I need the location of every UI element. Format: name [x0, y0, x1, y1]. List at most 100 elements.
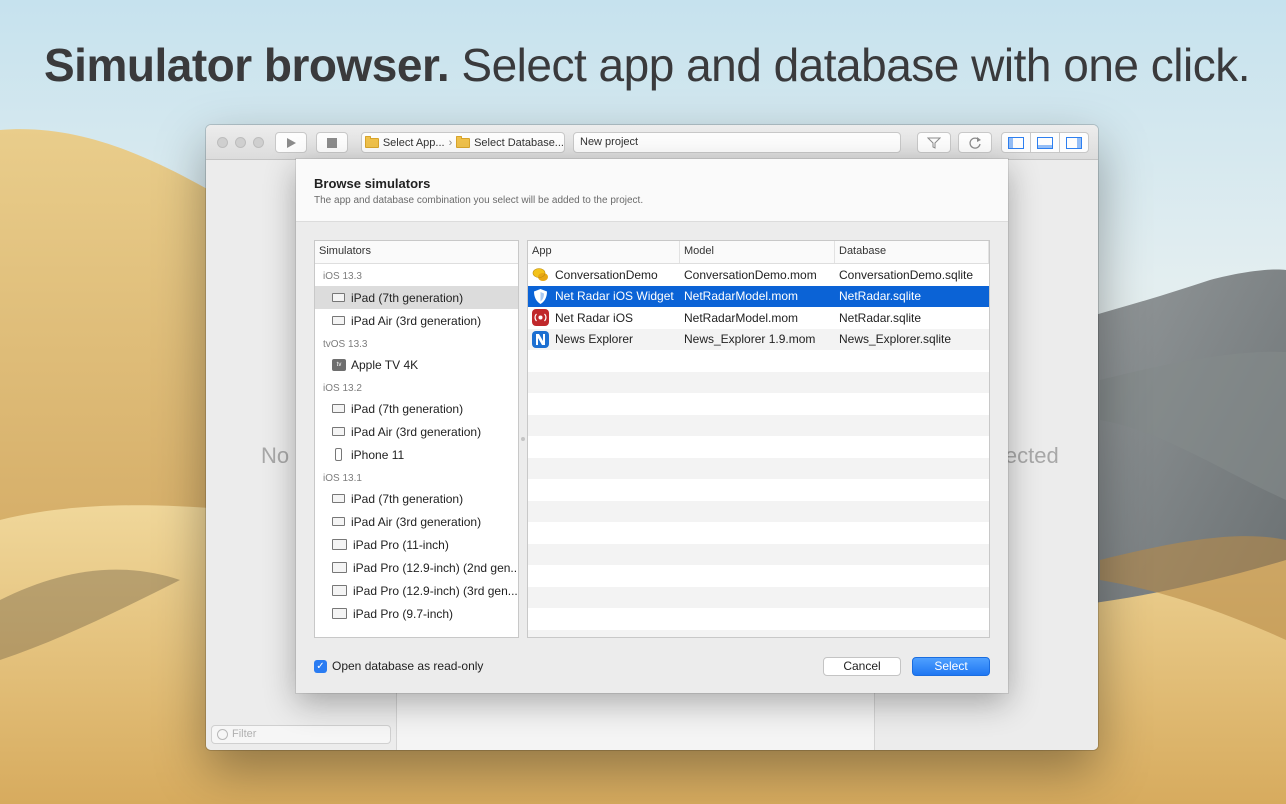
simulator-item[interactable]: iPad Air (3rd generation) — [315, 309, 518, 332]
breadcrumb-select-app[interactable]: Select App... — [383, 137, 445, 149]
simulator-item[interactable]: iPad Pro (12.9-inch) (2nd gen... — [315, 556, 518, 579]
column-header-app[interactable]: App — [528, 241, 680, 263]
toolbar: Select App... › Select Database... New p… — [206, 125, 1098, 160]
ipad-icon — [332, 404, 345, 413]
model-name: ConversationDemo.mom — [684, 267, 817, 282]
empty-table-row — [528, 629, 989, 637]
run-button[interactable] — [275, 132, 307, 153]
right-placeholder-text: lected — [1000, 443, 1059, 468]
simulator-item[interactable]: iPhone 11 — [315, 443, 518, 466]
headline-rest: Select app and database with one click. — [449, 39, 1250, 91]
empty-table-row — [528, 414, 989, 436]
simulator-item[interactable]: iPad Pro (12.9-inch) (3rd gen... — [315, 579, 518, 602]
simulator-item[interactable]: iPad (7th generation) — [315, 397, 518, 420]
toggle-left-panel-button[interactable] — [1001, 132, 1031, 153]
table-row[interactable]: News Explorer News_Explorer 1.9.mom News… — [528, 328, 989, 350]
ipad-icon — [332, 494, 345, 503]
tv-icon: tv — [332, 358, 346, 371]
app-name: Net Radar iOS Widget — [555, 289, 674, 304]
empty-table-row — [528, 457, 989, 479]
breadcrumb-select-database[interactable]: Select Database... — [474, 137, 564, 149]
table-row[interactable]: ConversationDemo ConversationDemo.mom Co… — [528, 264, 989, 286]
simulator-name: iPad Air (3rd generation) — [351, 313, 482, 328]
zoom-window-button[interactable] — [253, 137, 264, 148]
column-header-database[interactable]: Database — [835, 241, 989, 263]
stop-icon — [327, 137, 337, 148]
close-window-button[interactable] — [217, 137, 228, 148]
group-label: iOS 13.2 — [323, 383, 362, 394]
cancel-button[interactable]: Cancel — [823, 657, 901, 676]
project-name-field[interactable]: New project — [573, 132, 901, 153]
select-button[interactable]: Select — [912, 657, 990, 676]
folder-icon — [365, 135, 379, 148]
breadcrumb: Select App... › Select Database... — [361, 132, 565, 153]
headline-bold: Simulator browser. — [44, 39, 450, 91]
apps-table-body: ConversationDemo ConversationDemo.mom Co… — [528, 264, 989, 637]
apps-table[interactable]: App Model Database ConversationDemo Conv… — [527, 240, 990, 638]
simulators-column-header[interactable]: Simulators — [315, 241, 518, 264]
toggle-bottom-panel-button[interactable] — [1030, 132, 1060, 153]
simulator-item[interactable]: tv Apple TV 4K — [315, 353, 518, 376]
group-label: tvOS 13.3 — [323, 339, 368, 350]
simulators-list[interactable]: Simulators iOS 13.3 iPad (7th generation… — [314, 240, 519, 638]
sheet-title: Browse simulators — [314, 176, 431, 191]
shield-icon — [532, 288, 549, 305]
split-view-handle[interactable] — [521, 437, 525, 441]
filter-button[interactable] — [917, 132, 951, 153]
minimize-window-button[interactable] — [235, 137, 246, 148]
filter-circle-icon — [217, 729, 228, 740]
filter-icon — [927, 137, 941, 149]
left-panel-icon — [1008, 136, 1024, 149]
radar-icon — [532, 309, 549, 327]
simulator-item[interactable]: iPad Air (3rd generation) — [315, 420, 518, 443]
empty-table-row — [528, 479, 989, 501]
group-label: iOS 13.1 — [323, 473, 362, 484]
empty-table-row — [528, 543, 989, 565]
simulator-name: iPad Air (3rd generation) — [351, 514, 482, 529]
browse-simulators-sheet: Browse simulators The app and database c… — [296, 159, 1008, 693]
simulator-name: iPhone 11 — [351, 447, 405, 462]
simulator-item[interactable]: iPad Air (3rd generation) — [315, 510, 518, 533]
table-row[interactable]: Net Radar iOS NetRadarModel.mom NetRadar… — [528, 307, 989, 329]
simulator-item[interactable]: iPad (7th generation) — [315, 487, 518, 510]
simulator-item[interactable]: iPad Pro (11-inch) — [315, 533, 518, 556]
database-name: NetRadar.sqlite — [839, 310, 922, 325]
refresh-button[interactable] — [958, 132, 992, 153]
readonly-checkbox[interactable]: ✓ — [314, 659, 327, 673]
ipad-icon — [332, 539, 347, 550]
news-n-icon — [532, 330, 549, 348]
database-name: NetRadar.sqlite — [839, 289, 922, 304]
empty-table-row — [528, 350, 989, 372]
headline: Simulator browser. Select app and databa… — [44, 38, 1250, 92]
empty-table-row — [528, 500, 989, 522]
iphone-icon — [335, 448, 342, 461]
apps-table-header: App Model Database — [528, 241, 989, 264]
table-row[interactable]: Net Radar iOS Widget NetRadarModel.mom N… — [528, 285, 989, 307]
simulator-name: iPad Pro (9.7-inch) — [353, 606, 454, 621]
model-name: NetRadarModel.mom — [684, 289, 799, 304]
toggle-right-panel-button[interactable] — [1059, 132, 1089, 153]
ipad-icon — [332, 562, 347, 573]
model-name: NetRadarModel.mom — [684, 310, 799, 325]
filter-input[interactable]: Filter — [211, 725, 391, 744]
ipad-icon — [332, 293, 345, 302]
simulator-name: iPad (7th generation) — [351, 491, 464, 506]
chat-bubbles-icon — [532, 266, 549, 283]
stop-button[interactable] — [316, 132, 348, 153]
play-icon — [287, 137, 296, 148]
app-name: News Explorer — [555, 332, 634, 347]
simulator-name: iPad Pro (12.9-inch) (3rd gen... — [353, 583, 518, 598]
filter-placeholder: Filter — [232, 728, 257, 740]
ipad-icon — [332, 517, 345, 526]
simulator-item[interactable]: iPad Pro (9.7-inch) — [315, 602, 518, 625]
simulator-name: iPad Pro (11-inch) — [353, 537, 449, 552]
ipad-icon — [332, 585, 347, 596]
readonly-option[interactable]: ✓ Open database as read-only — [314, 659, 483, 673]
column-header-model[interactable]: Model — [680, 241, 835, 263]
group-label: iOS 13.3 — [323, 271, 362, 282]
empty-table-row — [528, 565, 989, 587]
empty-table-row — [528, 608, 989, 630]
simulator-item[interactable]: iPad (7th generation) — [315, 286, 518, 309]
database-name: ConversationDemo.sqlite — [839, 267, 974, 282]
right-panel-icon — [1066, 136, 1082, 149]
